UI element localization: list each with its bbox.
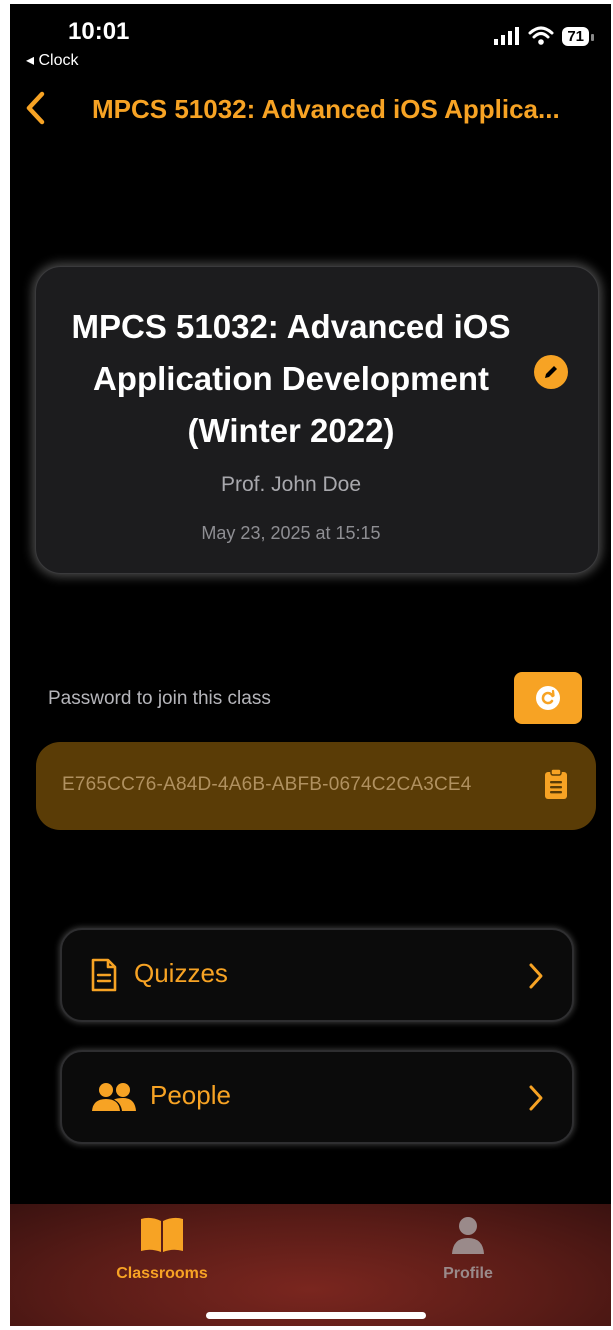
nav-title: MPCS 51032: Advanced iOS Applica...: [92, 94, 560, 124]
back-to-app-link[interactable]: ◂ Clock: [26, 50, 78, 70]
people-icon: [92, 1083, 136, 1111]
battery-indicator: 71: [562, 26, 594, 46]
document-icon: [91, 958, 117, 992]
people-icon-wrap: [92, 1082, 136, 1117]
people-button[interactable]: People: [60, 1050, 574, 1144]
quizzes-chevron: [528, 962, 544, 995]
class-title-line-1: MPCS 51032: Advanced iOS: [71, 308, 511, 345]
tab-profile[interactable]: Profile: [418, 1216, 518, 1283]
password-value: E765CC76-A84D-4A6B-ABFB-0674C2CA3CE4: [62, 774, 472, 795]
wifi-icon: [528, 26, 554, 45]
class-title-line-2: Application Development: [92, 360, 490, 397]
quizzes-icon-wrap: [90, 958, 118, 997]
class-title: MPCS 51032: Advanced iOS Application Dev…: [56, 301, 526, 457]
password-field[interactable]: E765CC76-A84D-4A6B-ABFB-0674C2CA3CE4: [36, 742, 596, 830]
app-screen: 10:01 ◂ Clock 71 MPCS 51032: Advanced iO…: [10, 4, 611, 1326]
home-indicator[interactable]: [206, 1312, 426, 1319]
person-icon: [452, 1217, 484, 1254]
class-info-card: MPCS 51032: Advanced iOS Application Dev…: [35, 266, 599, 574]
copy-password-button[interactable]: [544, 768, 568, 805]
tab-bar: Classrooms Profile: [10, 1204, 611, 1326]
class-title-line-3: (Winter 2022): [187, 412, 395, 449]
people-chevron: [528, 1084, 544, 1117]
tab-classrooms-label: Classrooms: [116, 1265, 208, 1282]
professor-name: Prof. John Doe: [220, 473, 362, 496]
book-icon: [141, 1217, 183, 1252]
status-icons: 71: [494, 26, 594, 46]
chevron-right-icon: [529, 1085, 543, 1111]
regenerate-password-button[interactable]: [514, 672, 582, 724]
refresh-icon: [536, 686, 560, 710]
password-label: Password to join this class: [48, 688, 271, 709]
clipboard-icon: [545, 768, 567, 799]
status-time: 10:01: [68, 18, 130, 45]
class-date: May 23, 2025 at 15:15: [201, 523, 381, 543]
tab-profile-label: Profile: [443, 1265, 493, 1282]
tab-classrooms[interactable]: Classrooms: [102, 1216, 222, 1283]
pencil-icon: [545, 366, 557, 378]
quizzes-button[interactable]: Quizzes: [60, 928, 574, 1022]
back-button[interactable]: [22, 90, 52, 131]
cellular-signal-icon: [494, 27, 520, 45]
quizzes-label: Quizzes: [134, 958, 228, 988]
edit-class-button[interactable]: [534, 355, 568, 389]
chevron-right-icon: [529, 963, 543, 989]
chevron-left-icon: [26, 91, 45, 125]
people-label: People: [150, 1080, 231, 1110]
